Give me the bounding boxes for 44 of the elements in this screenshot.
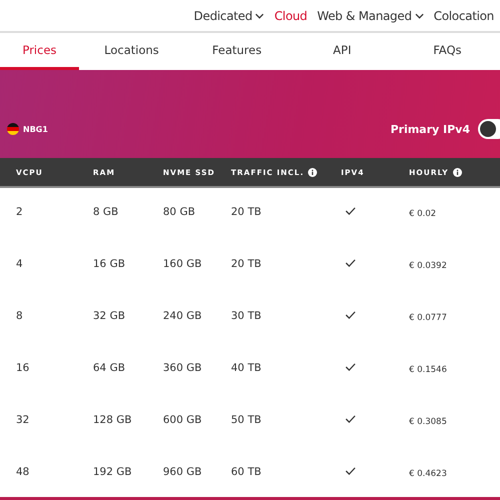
nav-link[interactable]: Cloud <box>274 8 308 22</box>
table-cell: 16 <box>16 362 30 374</box>
table-cell: € 0.1546 <box>409 365 447 375</box>
toggle-label: Primary IPv4 <box>390 122 470 136</box>
table-cell: 128 GB <box>93 414 132 426</box>
table-cell: 64 GB <box>93 362 126 374</box>
table-cell: 60 TB <box>231 466 262 478</box>
table-cell: € 0.0777 <box>409 313 447 323</box>
table-cell: 32 <box>16 414 30 426</box>
table-cell: 50 TB <box>231 414 262 426</box>
location-label: NBG1 <box>23 124 48 134</box>
flag-icon <box>7 123 19 135</box>
table-cell: 360 GB <box>163 362 202 374</box>
nav-link[interactable]: Web & Managed <box>317 8 424 22</box>
table-cell: 2 <box>16 206 23 218</box>
table-cell: 16 GB <box>93 258 126 270</box>
table-cell: 160 GB <box>163 258 202 270</box>
tab[interactable]: Features <box>184 33 290 70</box>
table-cell: € 0.02 <box>409 209 436 219</box>
table-cell: 960 GB <box>163 466 202 478</box>
table-cell: 8 GB <box>93 206 118 218</box>
table-cell: € 0.4623 <box>409 469 447 479</box>
table-cell: € 0.0392 <box>409 261 447 271</box>
nav-link[interactable]: Dedicated <box>194 8 264 22</box>
toggle-switch[interactable] <box>478 119 500 139</box>
table-cell: 600 GB <box>163 414 202 426</box>
table-cell: € 0.3085 <box>409 417 447 427</box>
chevron-down-icon <box>255 12 264 18</box>
table-cell: 192 GB <box>93 466 132 478</box>
table-cell: 240 GB <box>163 310 202 322</box>
table-cell: 48 <box>16 466 30 478</box>
table-cell: 32 GB <box>93 310 126 322</box>
tab[interactable]: Locations <box>79 33 184 70</box>
table-cell: 8 <box>16 310 23 322</box>
table-cell: 20 TB <box>231 206 262 218</box>
table-cell: 30 TB <box>231 310 262 322</box>
tab[interactable]: FAQs <box>394 33 500 70</box>
chevron-down-icon <box>414 12 424 18</box>
tab[interactable]: API <box>290 33 395 70</box>
table-cell: 20 TB <box>231 258 262 270</box>
table-cell: 4 <box>16 258 23 270</box>
table-cell: 80 GB <box>163 206 196 218</box>
table-cell: 40 TB <box>231 362 262 374</box>
nav-link[interactable]: Colocation <box>434 8 494 22</box>
